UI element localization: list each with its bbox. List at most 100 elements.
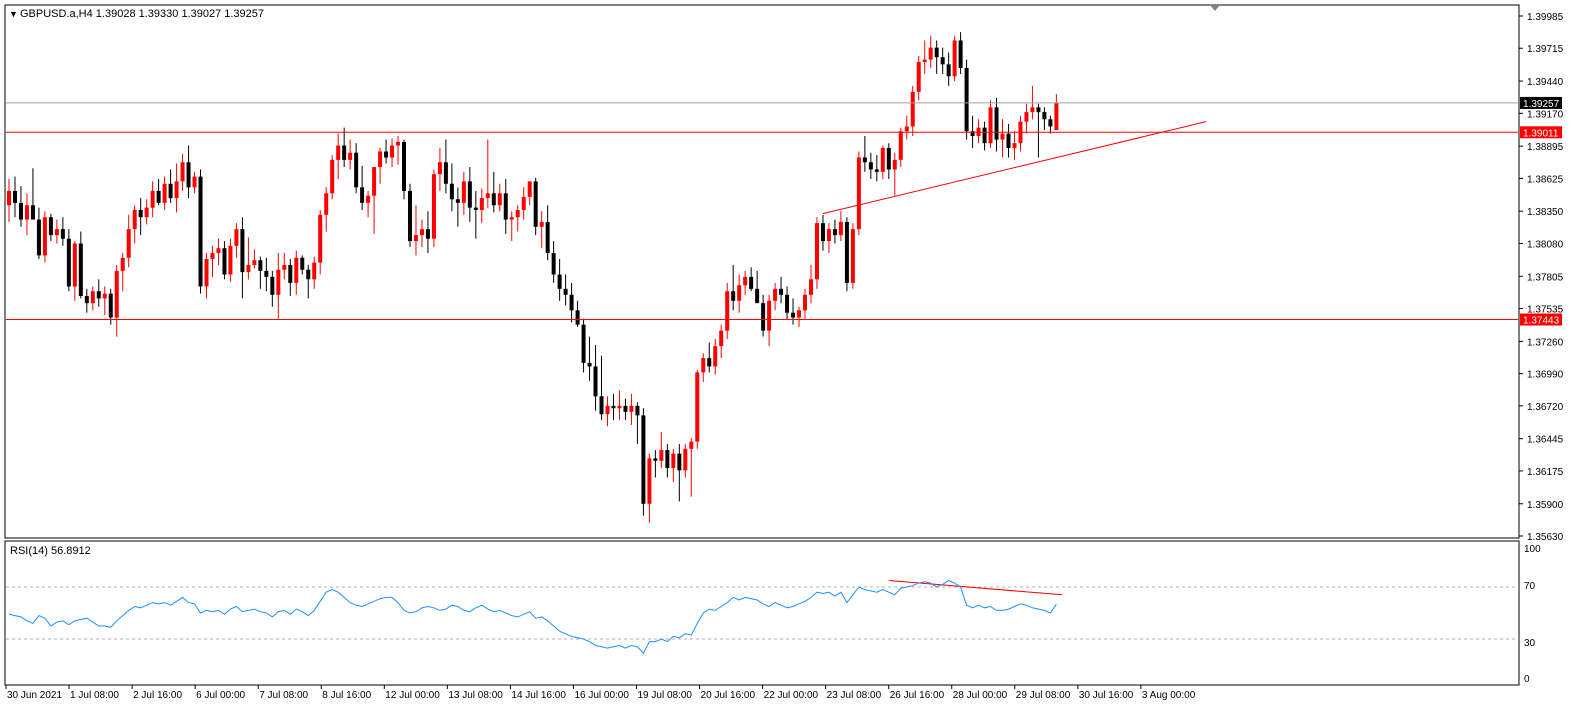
resistance-price-label: 1.39011 [1520, 126, 1562, 139]
candle-body [42, 217, 47, 256]
candle-body [455, 199, 460, 203]
candle-body [384, 151, 389, 158]
time-tick-label: 22 Jul 00:00 [764, 690, 819, 701]
price-tick-label: 1.38625 [1527, 174, 1564, 185]
rsi-level-30: 30 [1524, 638, 1536, 649]
candle-body [306, 269, 311, 280]
candle-body [701, 358, 706, 373]
candle-body [479, 198, 484, 211]
candle-body [485, 193, 490, 199]
candle-body [743, 276, 748, 286]
candle-body [611, 405, 616, 409]
candle-body [378, 151, 383, 168]
candle-body [449, 183, 454, 200]
chart-window[interactable]: ▼ GBPUSD.a,H4 1.39028 1.39330 1.39027 1.… [0, 0, 1585, 712]
candle-body [605, 405, 610, 415]
candle [431, 169, 436, 248]
candle [856, 151, 861, 236]
candle-body [958, 40, 963, 68]
candle-body [443, 162, 448, 184]
candle-body [503, 193, 508, 220]
candle-body [246, 264, 251, 273]
candle [952, 35, 957, 82]
candle [814, 217, 819, 289]
candle-body [174, 181, 179, 199]
price-tick-label: 1.39170 [1527, 109, 1564, 120]
candle-body [737, 285, 742, 301]
candle-body [803, 294, 808, 311]
candle-body [1042, 112, 1047, 120]
candle-body [539, 221, 544, 227]
candle-body [892, 159, 897, 170]
candle-body [222, 248, 227, 275]
price-tick-label: 1.36720 [1527, 402, 1564, 413]
candle-body [413, 235, 418, 242]
candle-body [898, 131, 903, 160]
candle-body [72, 243, 77, 287]
candle-body [791, 312, 796, 318]
candle-body [60, 229, 65, 239]
candle-body [731, 291, 736, 301]
candle [198, 169, 203, 294]
candle-body [407, 190, 412, 242]
candle-body [162, 183, 167, 203]
time-tick-label: 12 Jul 00:00 [385, 690, 440, 701]
candle-body [617, 405, 622, 409]
candle-body [228, 245, 233, 275]
candle-body [785, 294, 790, 313]
rsi-label: RSI(14) 56.8912 [10, 545, 91, 557]
candle-body [138, 210, 143, 218]
candle-body [820, 223, 825, 242]
time-tick-label: 20 Jul 16:00 [701, 690, 756, 701]
candle-body [132, 210, 137, 230]
candle-body [838, 221, 843, 236]
candle-body [629, 405, 634, 412]
candle-body [1030, 107, 1035, 113]
indicator-panel-frame [4, 540, 1520, 686]
candle-body [832, 229, 837, 236]
candle-body [653, 458, 658, 461]
candle-body [862, 157, 867, 163]
svg-text:1.39011: 1.39011 [1523, 128, 1559, 139]
candle-body [910, 91, 915, 127]
candle-body [1054, 102, 1059, 131]
candle [844, 217, 849, 292]
candle-body [425, 229, 430, 239]
candle-body [192, 176, 197, 188]
candle-body [360, 187, 365, 203]
candle-body [30, 205, 35, 220]
candle-body [563, 288, 568, 295]
candle-body [252, 260, 257, 265]
candle-body [587, 362, 592, 367]
candle-body [216, 248, 221, 254]
candle-body [593, 366, 598, 397]
candle-body [324, 193, 329, 215]
candle-body [515, 210, 520, 218]
candle-body [282, 264, 287, 270]
price-tick-label: 1.39715 [1527, 44, 1564, 55]
time-tick-label: 3 Aug 00:00 [1142, 690, 1196, 701]
candle-body [880, 147, 885, 172]
candle-body [342, 145, 347, 160]
chart-canvas[interactable]: ▼ GBPUSD.a,H4 1.39028 1.39330 1.39027 1.… [0, 0, 1585, 712]
candle-body [797, 310, 802, 318]
candle [533, 177, 538, 236]
candle-body [509, 217, 514, 220]
candle-body [1000, 133, 1005, 140]
candle-body [527, 181, 532, 197]
candle [402, 139, 407, 200]
candle-body [689, 441, 694, 449]
candle-body [916, 61, 921, 92]
time-tick-label: 2 Jul 16:00 [133, 690, 182, 701]
candle-body [366, 195, 371, 203]
candle-body [168, 183, 173, 199]
candle-body [198, 176, 203, 287]
candle-body [623, 405, 628, 412]
candle-body [264, 270, 269, 277]
candle-body [294, 257, 299, 283]
time-tick-label: 29 Jul 08:00 [1016, 690, 1071, 701]
candle-body [437, 162, 442, 175]
candle-body [928, 47, 933, 60]
symbol-menu-icon[interactable]: ▼ [9, 9, 18, 19]
candle-body [12, 190, 17, 203]
